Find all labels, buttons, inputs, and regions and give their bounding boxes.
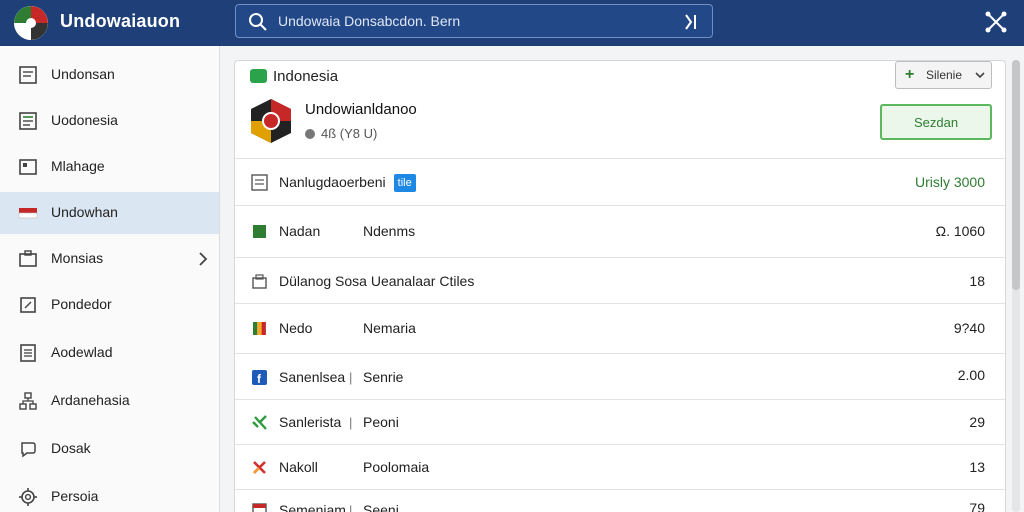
filter-dropdown[interactable]: + Silenie	[895, 61, 992, 89]
row-name: Nadan	[279, 223, 321, 239]
document-icon	[19, 66, 37, 84]
sidebar-item-label: Persoia	[51, 488, 99, 504]
tile-badge[interactable]: tile	[393, 174, 416, 192]
chevron-right-icon[interactable]	[196, 250, 210, 268]
table-row[interactable]: Dülanog Sosa Ueanalaar Ctiles 18	[235, 257, 1005, 303]
sidebar-item-undowhan[interactable]: Undowhan	[0, 192, 219, 234]
row-value: 9?40	[953, 320, 985, 336]
primary-action-button[interactable]: Sezdan	[880, 104, 992, 140]
row-value: 13	[969, 459, 985, 475]
sidebar-item-undonsan[interactable]: Undonsan	[0, 54, 219, 96]
row-value: Urisly 3000	[914, 174, 985, 190]
top-bar: Undowaiauon	[0, 0, 1024, 46]
row-name: Sanlerista	[279, 414, 342, 430]
green-square-icon	[253, 225, 266, 238]
row-value: Ω. 1060	[935, 223, 985, 239]
row-name: Nakoll	[279, 459, 318, 475]
sidebar-item-pondedor[interactable]: Pondedor	[0, 284, 219, 326]
panel-title: Indonesia	[273, 68, 339, 85]
sidebar-item-label: Aodewlad	[51, 344, 113, 360]
entity-subtitle: 4ß (Y8 U)	[305, 126, 377, 141]
row-value: 18	[969, 273, 985, 289]
dropdown-label: Silenie	[926, 68, 963, 82]
entity-logo-icon	[251, 99, 291, 143]
sidebar-item-label: Undowhan	[51, 204, 118, 220]
row-type: Nemaria	[363, 320, 416, 336]
red-doc-icon	[252, 503, 267, 512]
row-type: Senrie	[363, 369, 404, 385]
network-icon	[19, 392, 37, 410]
edit-icon	[20, 297, 36, 313]
sidebar-item-mlahage[interactable]: Mlahage	[0, 146, 219, 188]
sidebar-item-label: Monsias	[51, 250, 104, 266]
search-bar[interactable]	[235, 4, 713, 38]
app-title: Undowaiauon	[60, 11, 181, 31]
gear-icon	[19, 488, 37, 506]
row-type: Poolomaia	[363, 459, 430, 475]
sidebar-item-label: Mlahage	[51, 158, 105, 174]
search-input[interactable]	[278, 5, 678, 37]
chevron-down-icon	[975, 72, 985, 79]
sidebar-item-aodewlad[interactable]: Aodewlad	[0, 332, 219, 374]
entity-name: Undowianldanoo	[305, 101, 417, 118]
table-row[interactable]: Nanlugdaoerbeni tile Urisly 3000	[235, 158, 1005, 205]
scrollbar[interactable]	[1012, 60, 1020, 512]
share-icon[interactable]	[984, 10, 1008, 34]
plus-icon: +	[905, 66, 915, 83]
table-row[interactable]: Nakoll Poolomaia 13	[235, 444, 1005, 489]
table-row[interactable]: Sanlerista | Peoni 29	[235, 399, 1005, 444]
row-separator: |	[349, 503, 353, 512]
blue-f-icon: f	[252, 370, 267, 386]
multicolor-icon	[253, 322, 266, 335]
notes-icon	[20, 344, 36, 362]
red-x-icon	[253, 461, 266, 474]
table-row[interactable]: f Sanenlsea | Senrie 2.00	[235, 353, 1005, 399]
row-type: Peoni	[363, 414, 399, 430]
voice-icon[interactable]	[682, 12, 700, 32]
details-panel: Indonesia + Silenie Undowianldanoo 4ß (Y…	[234, 60, 1006, 512]
scrollbar-thumb[interactable]	[1012, 60, 1020, 290]
table-row[interactable]: Nedo Nemaria 9?40	[235, 303, 1005, 353]
image-icon	[19, 159, 37, 175]
table-row[interactable]: Nadan Ndenms Ω. 1060	[235, 205, 1005, 257]
row-separator: |	[349, 370, 353, 385]
sidebar-item-dosak[interactable]: Dosak	[0, 428, 219, 470]
row-type: Seeni	[363, 502, 399, 512]
table-row[interactable]: Semeniam | Seeni 79	[235, 489, 1005, 512]
row-name: Sanenlsea	[279, 369, 346, 385]
sidebar: Undonsan Uodonesia Mlahage Undowhan Mons…	[0, 46, 220, 512]
sidebar-item-uodonesia[interactable]: Uodonesia	[0, 100, 219, 142]
sidebar-item-label: Dosak	[51, 440, 91, 456]
app-logo-icon[interactable]	[14, 6, 48, 40]
list-icon	[19, 112, 37, 130]
row-name: Nanlugdaoerbeni tile	[279, 174, 416, 192]
row-name: Dülanog Sosa Ueanalaar Ctiles	[279, 273, 475, 289]
sidebar-item-persoia[interactable]: Persoia	[0, 476, 219, 512]
list-icon	[251, 174, 268, 191]
sidebar-item-label: Uodonesia	[51, 112, 118, 128]
chat-icon	[21, 442, 36, 458]
row-type: Ndenms	[363, 223, 416, 239]
green-k-icon	[252, 415, 267, 430]
row-separator: |	[349, 415, 353, 430]
search-icon	[249, 13, 267, 31]
package-icon	[252, 274, 267, 289]
status-dot-icon	[305, 129, 315, 139]
row-value: 29	[969, 414, 985, 430]
folder-icon	[19, 250, 37, 267]
flag-icon	[18, 208, 38, 219]
panel-badge-icon	[250, 69, 267, 83]
row-value: 79	[969, 500, 985, 512]
sidebar-item-label: Ardanehasia	[51, 392, 130, 408]
row-value: 2.00	[957, 367, 985, 383]
sidebar-item-ardanehasia[interactable]: Ardanehasia	[0, 380, 219, 422]
row-name: Nedo	[279, 320, 313, 336]
sidebar-item-label: Undonsan	[51, 66, 115, 82]
row-name: Semeniam	[279, 502, 346, 512]
sidebar-item-monsias[interactable]: Monsias	[0, 238, 219, 280]
sidebar-item-label: Pondedor	[51, 296, 112, 312]
